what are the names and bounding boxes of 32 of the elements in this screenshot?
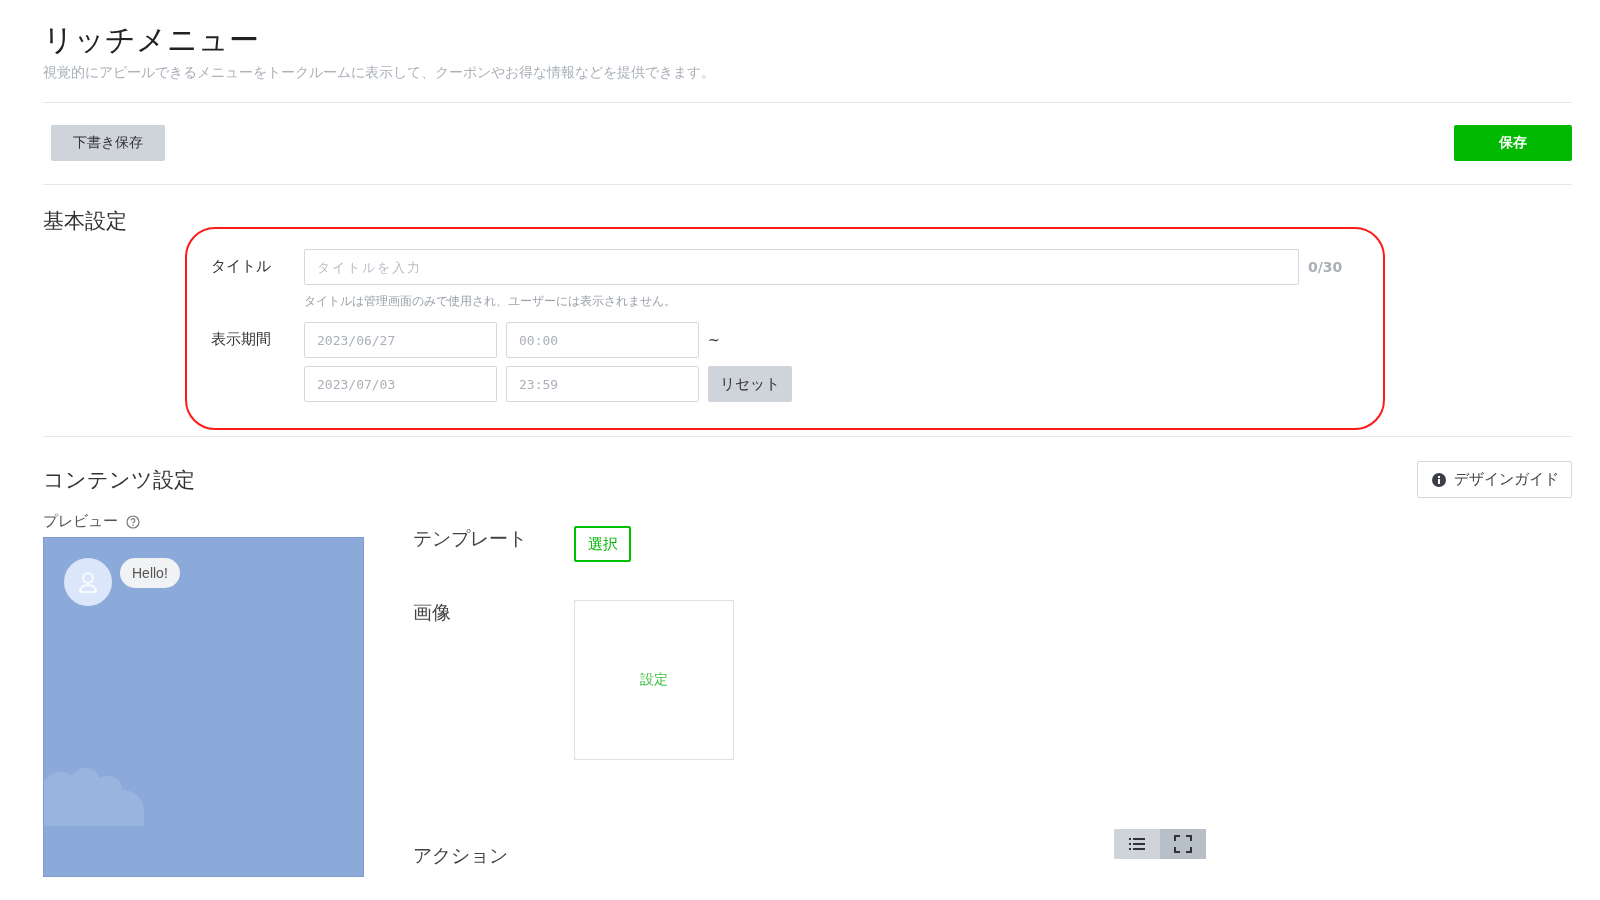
title-input[interactable]: タイトルを入力 [304, 249, 1299, 285]
save-button[interactable]: 保存 [1454, 125, 1572, 161]
preview-label: プレビュー [43, 512, 118, 531]
info-icon [1432, 472, 1446, 487]
person-icon [78, 571, 98, 593]
draft-save-button[interactable]: 下書き保存 [51, 125, 165, 161]
start-time-input[interactable]: 00:00 [506, 322, 699, 358]
field-hint: タイトルは管理画面のみで使用され、ユーザーには表示されません。 [304, 293, 677, 310]
start-date-input[interactable]: 2023/06/27 [304, 322, 497, 358]
template-label: テンプレート [413, 526, 528, 551]
action-label: アクション [413, 842, 509, 868]
range-separator: ~ [708, 332, 720, 348]
image-set-button[interactable]: 設定 [574, 600, 734, 761]
select-template-button[interactable]: 選択 [574, 526, 631, 562]
end-date-input[interactable]: 2023/07/03 [304, 366, 497, 402]
reset-button[interactable]: リセット [708, 366, 792, 402]
fullscreen-icon [1174, 834, 1192, 853]
help-icon[interactable] [126, 514, 140, 529]
page-title: リッチメニュー [43, 22, 260, 58]
list-icon [1129, 836, 1145, 851]
chat-bubble: Hello! [120, 558, 180, 588]
page-description: 視覚的にアピールできるメニューをトークルームに表示して、クーポンやお得な情報などを提供できます。 [43, 64, 716, 82]
image-label: 画像 [413, 600, 452, 626]
section-heading: コンテンツ設定 [43, 466, 195, 494]
character-counter: 0/30 [1308, 259, 1343, 275]
end-time-input[interactable]: 23:59 [506, 366, 699, 402]
field-label: 表示期間 [211, 329, 272, 349]
field-label: タイトル [211, 256, 272, 276]
view-toggle-button[interactable] [1114, 828, 1160, 859]
view-toggle-button[interactable] [1160, 828, 1206, 859]
design-guide-button[interactable]: デザインガイド [1417, 461, 1572, 498]
section-heading: 基本設定 [43, 208, 128, 235]
